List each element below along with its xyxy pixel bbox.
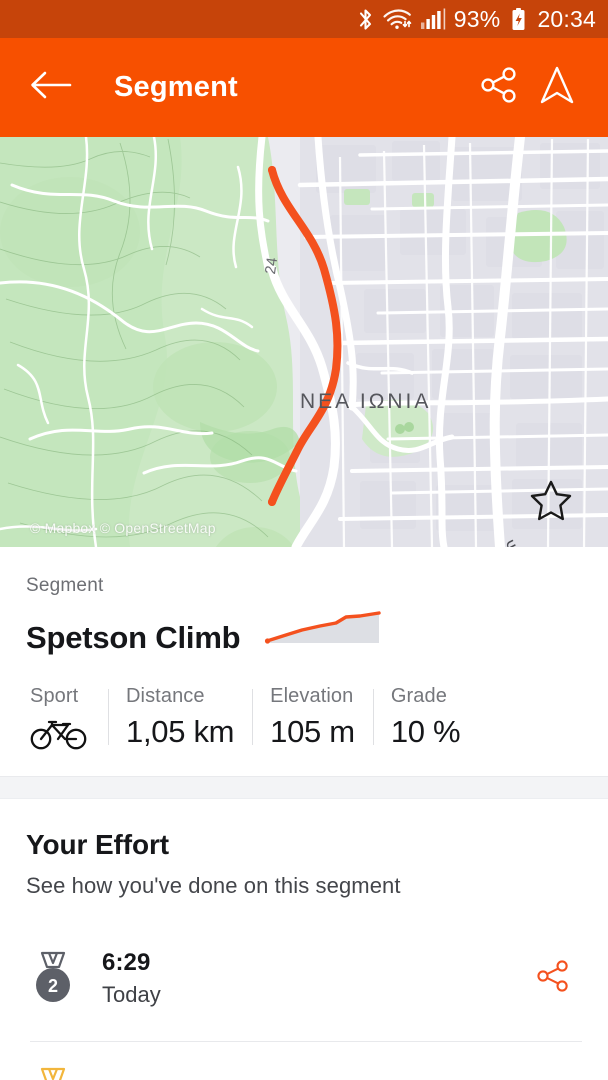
stat-value: 1,05 km bbox=[126, 714, 234, 750]
back-button[interactable] bbox=[26, 63, 76, 113]
segment-map[interactable]: 24 ΝΕΑ ΙΩΝΙΑ Ψυχι © Mapbox © OpenStreetM… bbox=[0, 137, 608, 547]
your-effort-subtitle: See how you've done on this segment bbox=[26, 873, 582, 899]
medal-rank-text: 2 bbox=[48, 976, 58, 996]
battery-charging-icon bbox=[510, 7, 527, 32]
bicycle-icon bbox=[30, 714, 90, 752]
segment-eyebrow-label: Segment bbox=[26, 575, 582, 597]
stat-label: Distance bbox=[126, 685, 234, 708]
stat-elevation: Elevation 105 m bbox=[252, 685, 373, 750]
share-icon bbox=[533, 956, 573, 1001]
medal-icon: 2 bbox=[26, 950, 80, 1006]
page-title: Segment bbox=[114, 71, 470, 104]
stat-label: Elevation bbox=[270, 685, 355, 708]
stat-distance: Distance 1,05 km bbox=[108, 685, 252, 750]
cellular-signal-icon bbox=[420, 8, 446, 30]
arrow-back-icon bbox=[30, 69, 72, 106]
segment-name-row: Spetson Climb bbox=[26, 607, 582, 655]
stat-label: Grade bbox=[391, 685, 460, 708]
stat-sport: Sport bbox=[26, 685, 108, 752]
effort-share-button[interactable] bbox=[530, 955, 576, 1001]
star-button[interactable] bbox=[529, 478, 573, 522]
effort-entry-row[interactable]: 2 6:29 Today bbox=[26, 941, 582, 1015]
app-screen: 93% 20:34 Segment bbox=[0, 0, 608, 1080]
stat-label: Sport bbox=[30, 685, 90, 708]
segment-name: Spetson Climb bbox=[26, 621, 240, 655]
share-button[interactable] bbox=[470, 59, 528, 117]
battery-percent-label: 93% bbox=[454, 8, 501, 31]
navigate-icon bbox=[534, 62, 580, 113]
wifi-icon bbox=[382, 7, 412, 31]
effort-entry-info: 6:29 Today bbox=[102, 949, 530, 1008]
stat-grade: Grade 10 % bbox=[373, 685, 478, 750]
map-canvas bbox=[0, 137, 608, 547]
effort-divider bbox=[30, 1041, 582, 1042]
effort-date: Today bbox=[102, 982, 530, 1008]
navigate-button[interactable] bbox=[528, 59, 586, 117]
segment-stats-row: Sport Distance 1,05 km Elevati bbox=[26, 685, 582, 776]
stat-value: 105 m bbox=[270, 714, 355, 750]
section-divider-band bbox=[0, 776, 608, 799]
personal-record-row[interactable]: PR Personal Record bbox=[26, 1066, 582, 1080]
effort-time: 6:29 bbox=[102, 949, 530, 977]
elevation-profile-thumbnail bbox=[264, 607, 382, 652]
status-bar: 93% 20:34 bbox=[0, 0, 608, 38]
your-effort-title: Your Effort bbox=[26, 829, 582, 861]
stat-value: 10 % bbox=[391, 714, 460, 750]
map-road-number-label: 24 bbox=[262, 256, 281, 275]
share-icon bbox=[477, 63, 521, 112]
map-attribution: © Mapbox © OpenStreetMap bbox=[30, 520, 216, 536]
clock-label: 20:34 bbox=[537, 8, 596, 31]
app-toolbar: Segment bbox=[0, 38, 608, 137]
segment-summary-card: Segment Spetson Climb Sport bbox=[0, 547, 608, 776]
bluetooth-icon bbox=[357, 7, 374, 32]
your-effort-section: Your Effort See how you've done on this … bbox=[0, 799, 608, 1080]
pr-medal-icon: PR bbox=[26, 1066, 80, 1080]
